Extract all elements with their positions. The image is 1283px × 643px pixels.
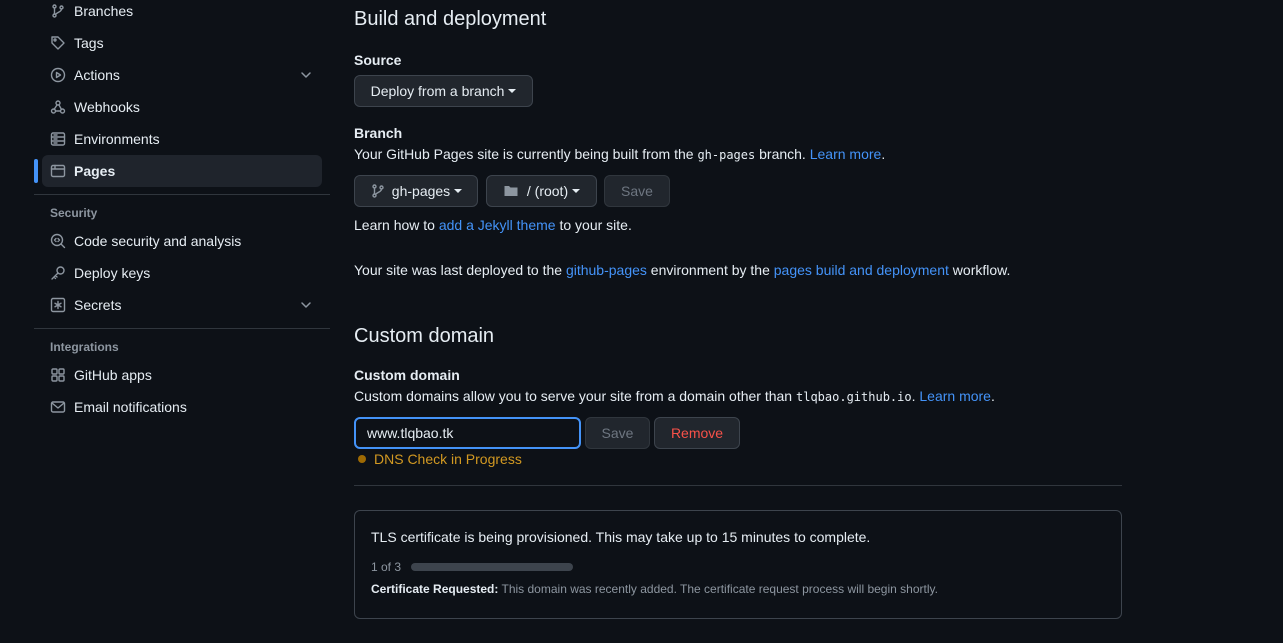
branch-icon [370,183,386,199]
sidebar-item-actions[interactable]: Actions [42,59,322,91]
custom-domain-input[interactable] [354,417,581,449]
custom-domain-remove-button[interactable]: Remove [654,417,740,449]
sidebar-item-github-apps[interactable]: GitHub apps [42,359,322,391]
tls-requested-row: Certificate Requested: This domain was r… [371,582,1105,596]
branch-save-button[interactable]: Save [604,175,670,207]
tls-requested-text: This domain was recently added. The cert… [501,582,938,596]
source-label: Source [354,52,402,68]
caret-down-icon [572,189,581,193]
folder-select-value: / (root) [526,183,569,199]
apps-icon [50,367,66,383]
source-select-button[interactable]: Deploy from a branch [354,75,533,107]
workflow-link[interactable]: pages build and deployment [774,262,949,278]
codescan-icon [50,233,66,249]
sidebar-item-secrets[interactable]: Secrets [42,289,322,321]
branch-note-suffix: branch. [759,146,806,162]
custom-domain-save-button[interactable]: Save [585,417,650,449]
sidebar-item-deploy-keys[interactable]: Deploy keys [42,257,322,289]
custom-domain-label: Custom domain [354,367,460,383]
branch-label: Branch [354,125,403,141]
dns-status-text: DNS Check in Progress [374,451,522,467]
deployed-prefix: Your site was last deployed to the [354,262,563,278]
deployed-note: Your site was last deployed to the githu… [354,262,1010,278]
custom-domain-note-suffix: . [911,388,916,404]
tls-progress-row: 1 of 3 [371,557,1105,575]
sidebar-divider [34,328,330,329]
page-root: Branches Tags Actions Webhooks Environme… [0,0,1283,643]
sidebar-heading-security: Security [50,206,98,220]
tag-icon [50,35,66,51]
folder-icon [503,183,519,199]
sidebar-item-environments[interactable]: Environments [42,123,322,155]
build-deployment-heading: Build and deployment [354,8,547,30]
custom-domain-note-prefix: Custom domains allow you to serve your s… [354,388,793,404]
mail-icon [50,399,66,415]
branch-note-code: gh-pages [697,148,756,162]
branch-select-button[interactable]: gh-pages [354,175,478,207]
branch-select-value: gh-pages [391,183,451,199]
play-icon [50,67,66,83]
caret-down-icon [508,89,517,93]
chevron-down-icon[interactable] [298,297,314,313]
section-divider [354,485,1122,486]
branch-icon [50,3,66,19]
sidebar-item-email-notifications[interactable]: Email notifications [42,391,322,423]
sidebar-item-label: Pages [74,163,116,179]
tls-progress-bar [411,563,574,572]
sidebar-item-tags[interactable]: Tags [42,27,322,59]
tls-message: TLS certificate is being provisioned. Th… [371,529,871,545]
sidebar-item-label: Code security and analysis [74,233,242,249]
jekyll-note: Learn how to add a Jekyll theme to your … [354,217,632,233]
status-dot-icon [358,455,366,463]
source-select-value: Deploy from a branch [370,83,505,99]
server-icon [50,131,66,147]
sidebar-item-branches[interactable]: Branches [42,0,322,27]
dns-check-status: DNS Check in Progress [358,451,522,467]
sidebar-item-webhooks[interactable]: Webhooks [42,91,322,123]
active-indicator [34,159,38,183]
custom-domain-note: Custom domains allow you to serve your s… [354,388,995,404]
tls-step-text: 1 of 3 [371,560,402,574]
branch-learn-more-link[interactable]: Learn more [810,146,882,162]
deployed-suffix: workflow. [952,262,1011,278]
sidebar-item-label: Branches [74,3,134,19]
sidebar-item-code-security[interactable]: Code security and analysis [42,225,322,257]
sidebar-divider [34,194,330,195]
asterisk-icon [50,297,66,313]
branch-note-prefix: Your GitHub Pages site is currently bein… [354,146,694,162]
environment-link[interactable]: github-pages [566,262,647,278]
chevron-down-icon[interactable] [298,67,314,83]
settings-sidebar: Branches Tags Actions Webhooks Environme… [34,0,330,423]
tls-requested-label: Certificate Requested: [371,582,499,596]
sidebar-item-label: Tags [74,35,104,51]
deployed-mid: environment by the [650,262,770,278]
sidebar-item-pages[interactable]: Pages [34,155,322,187]
sidebar-item-label: Deploy keys [74,265,151,281]
folder-select-button[interactable]: / (root) [486,175,597,207]
webhook-icon [50,99,66,115]
caret-down-icon [454,189,463,193]
sidebar-item-label: Environments [74,131,160,147]
custom-domain-heading: Custom domain [354,325,495,347]
sidebar-item-label: Email notifications [74,399,187,415]
browser-icon [50,163,66,179]
tls-status-box: TLS certificate is being provisioned. Th… [354,510,1122,619]
default-domain-code: tlqbao.github.io [796,390,912,404]
key-icon [50,265,66,281]
sidebar-item-label: GitHub apps [74,367,152,383]
branch-note: Your GitHub Pages site is currently bein… [354,146,886,162]
custom-domain-learn-more-link[interactable]: Learn more [919,388,991,404]
jekyll-prefix: Learn how to [354,217,435,233]
sidebar-item-label: Secrets [74,297,122,313]
sidebar-heading-integrations: Integrations [50,340,119,354]
jekyll-suffix: to your site. [559,217,632,233]
sidebar-item-label: Webhooks [74,99,140,115]
jekyll-theme-link[interactable]: add a Jekyll theme [439,217,556,233]
sidebar-item-label: Actions [74,67,120,83]
